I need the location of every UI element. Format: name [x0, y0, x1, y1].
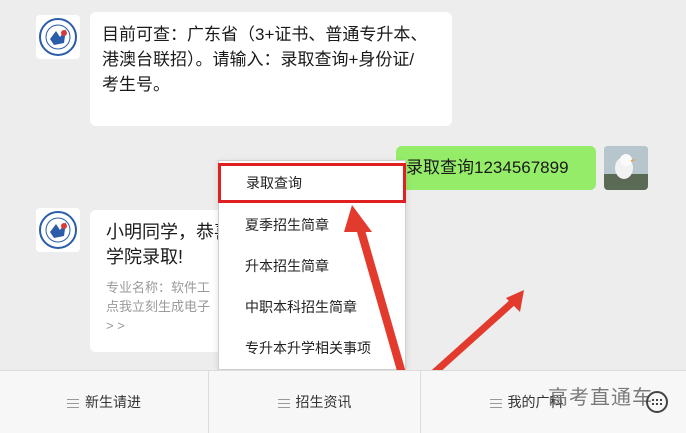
school-logo-avatar[interactable]	[36, 15, 80, 59]
menu-item-upgrade-brochure[interactable]: 升本招生简章	[219, 246, 405, 286]
tab-label: 招生资讯	[295, 394, 352, 410]
school-logo-icon	[39, 18, 77, 56]
menu-item-admission-query[interactable]: 录取查询	[218, 163, 406, 203]
keyboard-icon	[652, 399, 662, 405]
tab-label: 新生请进	[85, 394, 141, 410]
menu-lines-icon	[489, 398, 502, 408]
user-query-text: 录取查询1234567899	[406, 158, 569, 177]
user-photo-icon	[604, 146, 648, 190]
user-avatar[interactable]	[604, 146, 648, 190]
menu-item-upgrade-matters[interactable]: 专升本升学相关事项	[219, 328, 405, 368]
red-arrow-from-right-head	[506, 290, 524, 312]
bot-intro-line: 目前可查：广东省（3+证书、普通专升本、	[102, 25, 428, 44]
school-logo-avatar[interactable]	[36, 208, 80, 252]
keyboard-toggle-icon[interactable]	[646, 391, 668, 413]
menu-lines-icon	[277, 398, 290, 408]
tab-admission-info[interactable]: 招生资讯	[208, 371, 420, 433]
menu-item-secondary-bachelor-brochure[interactable]: 中职本科招生简章	[219, 287, 405, 327]
user-query-bubble: 录取查询1234567899	[396, 146, 596, 190]
bot-intro-line: 港澳台联招）。请输入：录取查询+身份证/	[102, 50, 415, 69]
watermark-text: 高考直通车	[548, 387, 653, 409]
popup-menu: 录取查询 夏季招生简章 升本招生简章 中职本科招生简章 专升本升学相关事项	[218, 160, 406, 370]
bot-intro-line: 考生号。	[102, 75, 170, 94]
tab-new-students[interactable]: 新生请进	[0, 371, 208, 433]
bot-intro-bubble: 目前可查：广东省（3+证书、普通专升本、 港澳台联招）。请输入：录取查询+身份证…	[90, 12, 452, 126]
menu-item-summer-brochure[interactable]: 夏季招生简章	[219, 205, 405, 245]
school-logo-icon	[39, 211, 77, 249]
menu-lines-icon	[67, 398, 79, 408]
